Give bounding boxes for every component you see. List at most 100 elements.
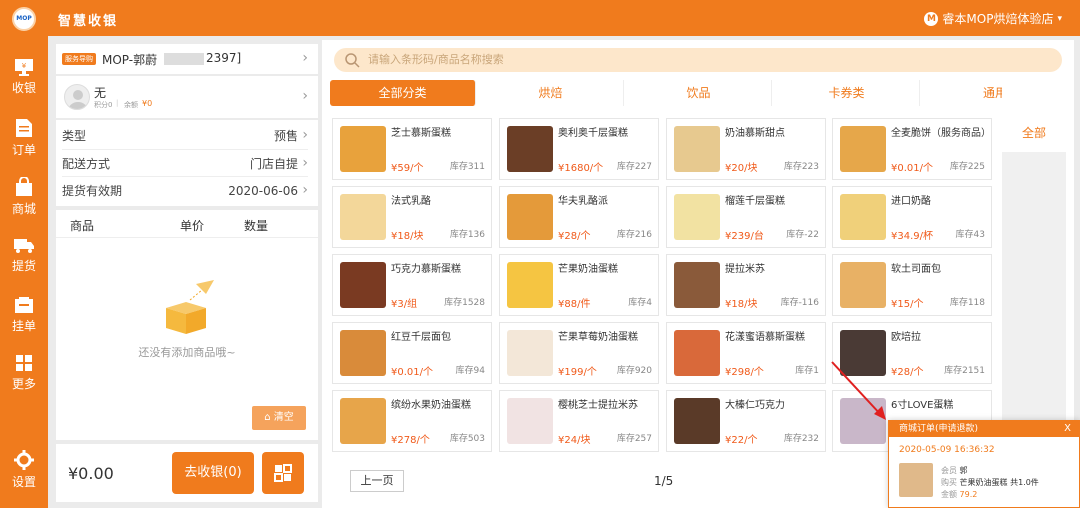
product-price: ¥239/台 <box>725 231 764 242</box>
svg-text:¥: ¥ <box>22 62 27 70</box>
product-card[interactable]: 缤纷水果奶油蛋糕 ¥278/个 库存503 <box>332 390 492 452</box>
field-value: 预售 <box>273 129 298 143</box>
field-label: 类型 <box>62 129 87 143</box>
sidebar-item-settings[interactable]: 设置 <box>0 450 48 490</box>
sidebar-item-more[interactable]: 更多 <box>0 354 48 392</box>
prev-page-button[interactable]: 上一页 <box>350 470 404 492</box>
product-card[interactable]: 芒果草莓奶油蛋糕 ¥199/个 库存920 <box>499 322 659 384</box>
chevron-right-icon: › <box>302 50 308 66</box>
product-card[interactable]: 榴莲千层蛋糕 ¥239/台 库存-22 <box>666 186 826 248</box>
sidebar-item-label: 收银 <box>11 81 36 95</box>
product-image <box>507 194 553 240</box>
pending-icon <box>15 297 33 313</box>
product-price: ¥278/个 <box>391 435 430 446</box>
close-icon[interactable]: X <box>1064 421 1071 437</box>
qr-button[interactable] <box>262 452 304 494</box>
sidebar-item-label: 设置 <box>11 475 36 489</box>
product-price: ¥298/个 <box>725 367 764 378</box>
checkout-bar: ¥0.00 去收银(0) <box>56 444 318 502</box>
product-stock: 库存1528 <box>444 298 485 308</box>
sidebar-item-checkout[interactable]: ¥ 收银 <box>0 58 48 96</box>
product-name: 巧克力慕斯蛋糕 <box>391 264 461 275</box>
guide-tag: 服务导购 <box>62 53 96 65</box>
checkout-button[interactable]: 去收银(0) <box>172 452 254 494</box>
app-title: 智慧收银 <box>58 14 119 29</box>
sidebar-item-orders[interactable]: 订单 <box>0 118 48 158</box>
tab-vouchers[interactable]: 卡券类 <box>774 80 920 106</box>
amount-label: 金额 <box>941 490 957 499</box>
product-price: ¥88/件 <box>558 299 591 310</box>
product-name: 提拉米苏 <box>725 264 765 275</box>
sidebar: ¥ 收银 订单 商城 提货 挂单 更多 设置 <box>0 36 48 508</box>
product-price: ¥28/个 <box>891 367 924 378</box>
product-card[interactable]: 全麦脆饼（服务商品） ¥0.01/个 库存225 <box>832 118 992 180</box>
product-image <box>840 194 886 240</box>
tab-drinks[interactable]: 饮品 <box>626 80 772 106</box>
field-pickup-date[interactable]: 提货有效期 2020-06-06 › <box>62 176 308 204</box>
app-logo: MOP <box>12 7 36 31</box>
product-stock: 库存216 <box>616 230 652 240</box>
member-row[interactable]: 无 积分0 | 余额 ¥0 › <box>56 76 318 118</box>
product-name: 华夫乳酪派 <box>558 196 608 207</box>
user-menu[interactable]: M 睿本MOP烘焙体验店 ▾ <box>924 10 1062 27</box>
tab-all[interactable]: 全部分类 <box>330 80 476 106</box>
field-delivery[interactable]: 配送方式 门店自提 › <box>62 149 308 177</box>
top-bar: MOP 智慧收银 M 睿本MOP烘焙体验店 ▾ <box>0 0 1080 36</box>
product-price: ¥0.01/个 <box>391 367 433 378</box>
sidebar-item-label: 订单 <box>11 143 36 157</box>
notification-time: 2020-05-09 16:36:32 <box>899 445 995 455</box>
order-notification[interactable]: 商城订单(申请退款) X 2020-05-09 16:36:32 会员 郭 购买… <box>888 420 1080 508</box>
product-price: ¥18/块 <box>725 299 758 310</box>
product-card[interactable]: 软土司面包 ¥15/个 库存118 <box>832 254 992 316</box>
product-card[interactable]: 红豆千层面包 ¥0.01/个 库存94 <box>332 322 492 384</box>
product-card[interactable]: 法式乳酪 ¥18/块 库存136 <box>332 186 492 248</box>
member-avatar <box>64 84 90 110</box>
member-points: 积分0 <box>94 101 113 109</box>
product-card[interactable]: 奶油慕斯甜点 ¥20/块 库存223 <box>666 118 826 180</box>
product-card[interactable]: 芝士慕斯蛋糕 ¥59/个 库存311 <box>332 118 492 180</box>
sidebar-item-pickup[interactable]: 提货 <box>0 236 48 274</box>
product-card[interactable]: 进口奶酪 ¥34.9/杯 库存43 <box>832 186 992 248</box>
search-input[interactable]: 请输入条形码/商品名称搜索 <box>334 48 1062 72</box>
product-stock: 库存503 <box>449 434 485 444</box>
tab-bakery[interactable]: 烘焙 <box>478 80 624 106</box>
sidebar-item-mall[interactable]: 商城 <box>0 177 48 217</box>
search-placeholder: 请输入条形码/商品名称搜索 <box>368 53 504 66</box>
product-image <box>507 398 553 444</box>
product-name: 进口奶酪 <box>891 196 931 207</box>
product-stock: 库存136 <box>449 230 485 240</box>
field-type[interactable]: 类型 预售 › <box>62 122 308 150</box>
product-name: 芒果草莓奶油蛋糕 <box>558 332 638 343</box>
cart-empty-text: 还没有添加商品哦~ <box>138 346 236 359</box>
product-price: ¥59/个 <box>391 163 424 174</box>
product-card[interactable]: 巧克力慕斯蛋糕 ¥3/组 库存1528 <box>332 254 492 316</box>
product-price: ¥15/个 <box>891 299 924 310</box>
sidebar-item-hold[interactable]: 挂单 <box>0 296 48 334</box>
product-card[interactable]: 华夫乳酪派 ¥28/个 库存216 <box>499 186 659 248</box>
product-card[interactable]: 大榛仁巧克力 ¥22/个 库存232 <box>666 390 826 452</box>
field-label: 配送方式 <box>62 157 111 171</box>
product-price: ¥34.9/杯 <box>891 231 933 242</box>
product-image <box>674 194 720 240</box>
shopping-bag-icon <box>16 177 32 196</box>
product-stock: 库存257 <box>616 434 652 444</box>
clear-cart-button[interactable]: ⌂ 清空 <box>252 406 306 430</box>
product-image <box>507 126 553 172</box>
page-indicator: 1/5 <box>654 474 674 488</box>
product-card[interactable]: 樱桃芝士提拉米苏 ¥24/块 库存257 <box>499 390 659 452</box>
product-image <box>674 330 720 376</box>
subcategory-all[interactable]: 全部 <box>1002 84 1066 152</box>
product-card[interactable]: 花漾蜜语慕斯蛋糕 ¥298/个 库存1 <box>666 322 826 384</box>
product-card[interactable]: 奥利奥千层蛋糕 ¥1680/个 库存227 <box>499 118 659 180</box>
cart-header: 商品 单价 数量 <box>56 210 318 238</box>
cart-col-product: 商品 <box>70 219 95 233</box>
product-card[interactable]: 提拉米苏 ¥18/块 库存-116 <box>666 254 826 316</box>
guide-id-suffix: 2397] <box>206 51 242 65</box>
amount-value: 79.2 <box>959 490 978 499</box>
notification-image <box>899 463 933 497</box>
member-balance-label: 余额 <box>124 101 138 109</box>
sales-guide-row[interactable]: 服务导购 MOP-郭蔚 2397] › <box>56 44 318 74</box>
product-stock: 库存-22 <box>786 230 819 240</box>
product-card[interactable]: 芒果奶油蛋糕 ¥88/件 库存4 <box>499 254 659 316</box>
member-label: 会员 <box>941 466 957 475</box>
